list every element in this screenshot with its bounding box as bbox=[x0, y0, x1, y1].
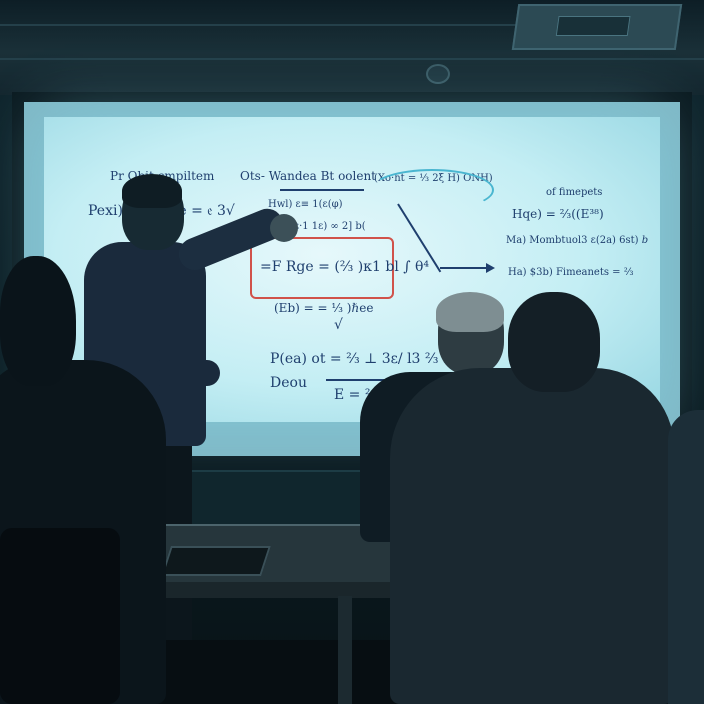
ceiling-tile-seam bbox=[0, 58, 704, 60]
equation-hw2: [ε·1 1ε) ∞ 2] b( bbox=[290, 221, 366, 232]
audience-member-right-head bbox=[508, 292, 600, 392]
ceiling-tile-seam bbox=[0, 24, 520, 26]
audience-member-left-head bbox=[0, 256, 76, 386]
security-camera bbox=[426, 64, 450, 84]
equation-ma: Ma) Mombtuol3 ε(2a) 6st) 𝑏 bbox=[506, 235, 649, 246]
presenter-hair bbox=[122, 174, 182, 208]
presenter-lower-arm bbox=[150, 360, 220, 386]
classroom-scene: Pr Obit cmpiltem Ots- Wandea Bt oolent (… bbox=[0, 0, 704, 704]
arrow-right bbox=[440, 267, 490, 269]
equation-top-center: Ots- Wandea Bt oolent bbox=[240, 169, 377, 183]
ceiling bbox=[0, 0, 704, 95]
presenter-hand bbox=[270, 214, 298, 242]
equation-boxed: =F Rge = (⅔ )κ1 bl ∫ θ⁴ bbox=[260, 259, 430, 275]
equation-hqe: Hqe) = ⅔((E³⁸) bbox=[512, 207, 604, 221]
audience-member-right-body bbox=[390, 368, 674, 704]
equation-pea: P(ea) ot = ⅔ ⊥ 3ε/ l3 ⅔ ε ol bbox=[270, 351, 468, 367]
equation-ha: Ha) $3b) Fimeanets = ⅔ bbox=[508, 267, 634, 278]
audience-member-edge bbox=[668, 410, 704, 704]
equation-decu: Deou bbox=[270, 375, 307, 391]
audience-member-middle-hair bbox=[436, 292, 504, 332]
check-mark: √ bbox=[334, 317, 343, 333]
highlight-curve bbox=[370, 169, 494, 211]
ceiling-vent bbox=[511, 4, 683, 50]
vent-grille bbox=[555, 16, 631, 36]
equation-far-right: of fimepets bbox=[546, 187, 603, 198]
equation-eb: (Eb) = = ⅓ )ℏee bbox=[274, 301, 374, 315]
arrowhead bbox=[486, 263, 495, 273]
underline bbox=[280, 189, 364, 191]
equation-hw: Hwl) ε≡ 1(ε(φ) bbox=[268, 199, 343, 210]
tablet bbox=[161, 546, 271, 576]
audience-chair-left bbox=[0, 528, 120, 704]
desk-leg bbox=[338, 596, 352, 704]
